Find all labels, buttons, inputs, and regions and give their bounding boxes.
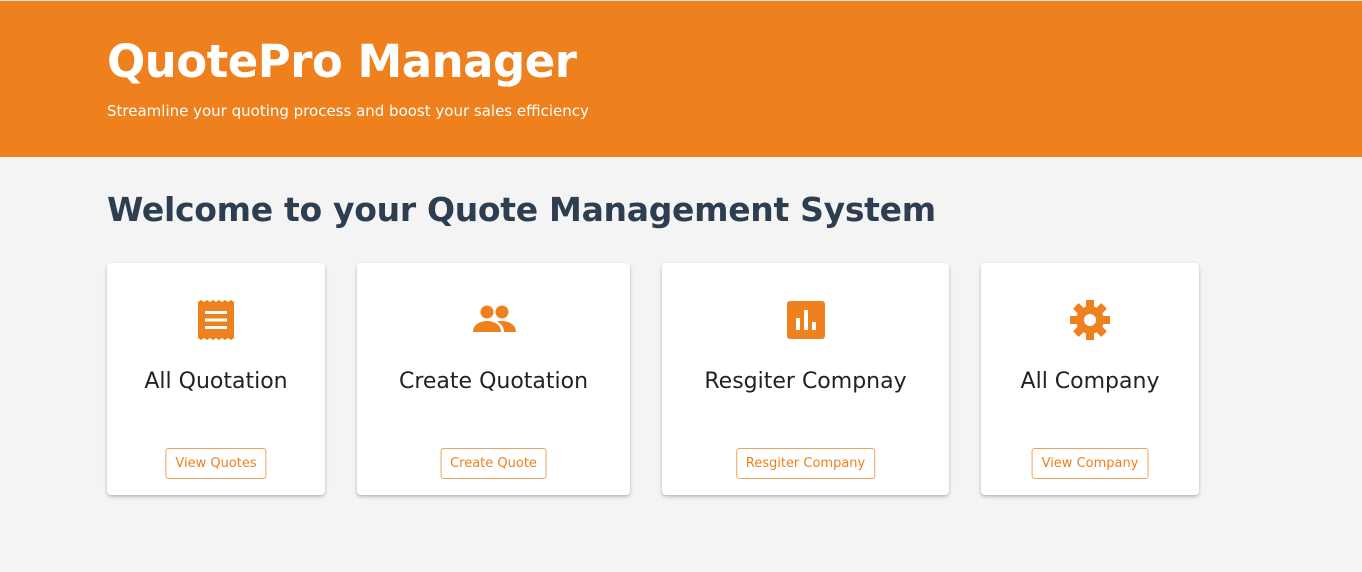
- bar-chart-icon: [786, 300, 826, 340]
- card-title: Resgiter Compnay: [704, 369, 907, 394]
- app-subtitle: Streamline your quoting process and boos…: [107, 102, 589, 120]
- welcome-heading: Welcome to your Quote Management System: [107, 190, 936, 229]
- register-company-button[interactable]: Resgiter Company: [735, 448, 876, 479]
- gear-icon: [1070, 300, 1110, 340]
- create-quote-button[interactable]: Create Quote: [440, 448, 547, 479]
- card-title: Create Quotation: [398, 369, 589, 394]
- people-icon: [472, 300, 516, 340]
- card-all-quotation: All Quotation View Quotes: [107, 263, 325, 495]
- card-register-company: Resgiter Compnay Resgiter Company: [662, 263, 949, 495]
- view-quotes-button[interactable]: View Quotes: [165, 448, 267, 479]
- card-create-quotation: Create Quotation Create Quote: [357, 263, 630, 495]
- app-title: QuotePro Manager: [107, 35, 577, 88]
- card-title: All Company: [1020, 369, 1160, 394]
- card-all-company: All Company View Company: [981, 263, 1199, 495]
- card-title: All Quotation: [144, 369, 288, 394]
- view-company-button[interactable]: View Company: [1031, 448, 1149, 479]
- receipt-icon: [196, 300, 236, 340]
- hero-banner: QuotePro Manager Streamline your quoting…: [0, 0, 1362, 157]
